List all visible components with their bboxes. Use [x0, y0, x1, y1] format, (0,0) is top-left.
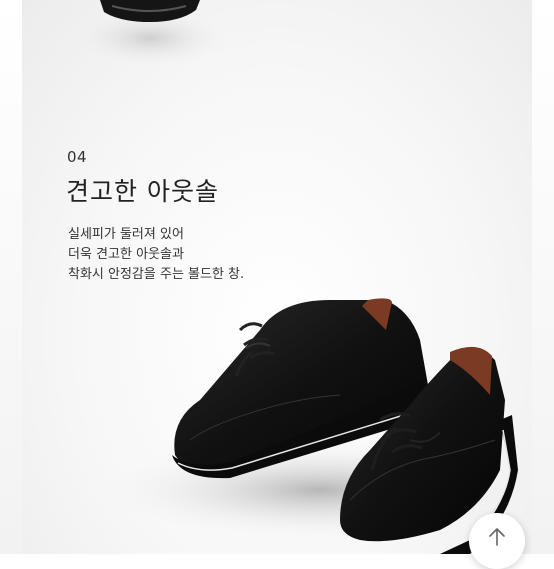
scroll-top-button[interactable] [469, 513, 525, 569]
description-line: 더욱 견고한 아웃솔과 [68, 247, 184, 262]
arrow-up-icon [487, 513, 507, 551]
section-title: 견고한 아웃솔 [66, 177, 219, 206]
shoe-pair-photo [100, 298, 540, 554]
shoe-photo-partial [70, 0, 230, 68]
section-number: 04 [67, 148, 88, 166]
section-description: 실세피가 둘러져 있어 더욱 견고한 아웃솔과 착화시 안정감을 주는 볼드한 … [68, 225, 244, 285]
description-line: 실세피가 둘러져 있어 [68, 227, 184, 242]
product-detail-page: 04 견고한 아웃솔 실세피가 둘러져 있어 더욱 견고한 아웃솔과 착화시 안… [0, 0, 554, 569]
